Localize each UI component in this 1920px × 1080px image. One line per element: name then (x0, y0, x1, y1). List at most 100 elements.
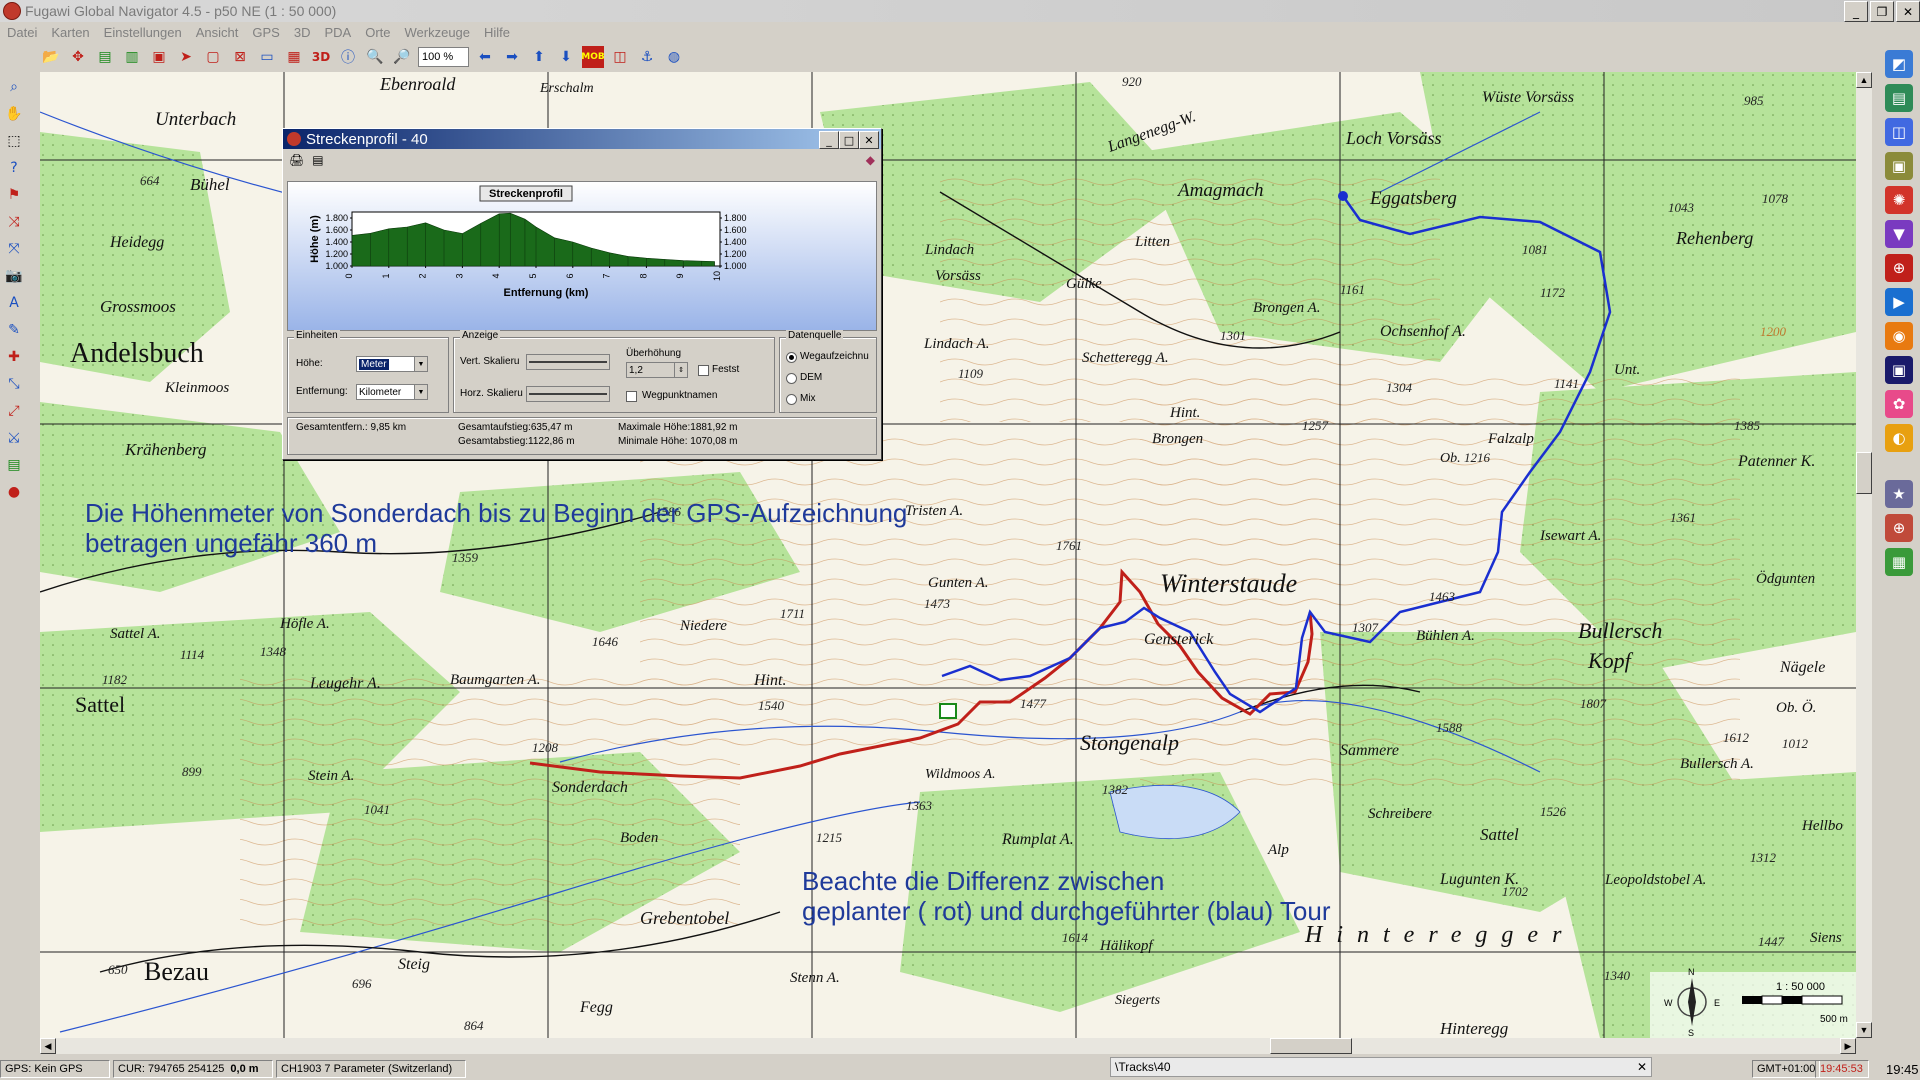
hand-icon[interactable]: ✋ (2, 102, 26, 126)
chevron-down-icon[interactable]: ▼ (414, 385, 427, 399)
layers-icon[interactable]: ▤ (94, 46, 116, 68)
app-shortcut-9-icon[interactable]: ◉ (1885, 322, 1913, 350)
arrow-left-icon[interactable]: ⬅ (474, 46, 496, 68)
dialog-title-bar[interactable]: Streckenprofil - 40 _ □ ✕ (283, 129, 881, 149)
app-shortcut-10-icon[interactable]: ▣ (1885, 356, 1913, 384)
track-tool-icon[interactable]: ⤧ (2, 237, 26, 261)
add-point-icon[interactable]: ✚ (2, 345, 26, 369)
profile-chart: Streckenprofil 1.000 1.000 1.200 1.200 1.400 1… (287, 181, 877, 331)
zoom-in-icon[interactable]: 🔍 (364, 46, 386, 68)
app-shortcut-7-icon[interactable]: ⊕ (1885, 254, 1913, 282)
camera-icon[interactable]: 📷 (2, 264, 26, 288)
horizontal-scrollbar[interactable]: ◀ ▶ (40, 1038, 1856, 1054)
zoom-select[interactable]: 100 % (418, 47, 469, 67)
menu-pda[interactable]: PDA (317, 25, 358, 40)
arrow-down-icon[interactable]: ⬇ (555, 46, 577, 68)
radio-dem[interactable] (786, 373, 797, 384)
scroll-thumb[interactable] (1856, 452, 1872, 494)
minimize-button[interactable]: _ (1844, 1, 1868, 22)
zoom-out-icon[interactable]: 🔎 (391, 46, 413, 68)
radio-wegaufzeichnung[interactable] (786, 352, 797, 363)
tracks-tab[interactable]: \Tracks\40 ✕ (1110, 1057, 1652, 1077)
layer-tool-icon[interactable]: ▤ (2, 453, 26, 477)
place-label: Schetteregg A. (1082, 350, 1169, 366)
app-shortcut-13-icon[interactable]: ★ (1885, 480, 1913, 508)
line-tool-icon[interactable]: ⤩ (2, 426, 26, 450)
mob-button[interactable]: MOB (581, 46, 605, 68)
close-button[interactable]: ✕ (1896, 1, 1920, 22)
scroll-right-icon[interactable]: ▶ (1840, 1038, 1856, 1054)
window-icon[interactable]: ▣ (148, 46, 170, 68)
scroll-down-icon[interactable]: ▼ (1856, 1022, 1872, 1038)
menu-werkzeuge[interactable]: Werkzeuge (398, 25, 478, 40)
ueberhoehung-spinner[interactable]: 1,2 ⇕ (626, 362, 688, 378)
vertical-scrollbar[interactable]: ▲ ▼ (1856, 72, 1872, 1038)
menu-ansicht[interactable]: Ansicht (189, 25, 246, 40)
dialog-maximize-button[interactable]: □ (839, 131, 859, 149)
chevron-down-icon[interactable]: ▼ (414, 357, 427, 371)
window2-icon[interactable]: ▢ (202, 46, 224, 68)
info-icon[interactable]: ⓘ (337, 46, 359, 68)
monitor-icon[interactable]: ▭ (256, 46, 278, 68)
waypoint-icon[interactable]: ⚑ (2, 183, 26, 207)
fest-checkbox[interactable] (698, 365, 709, 376)
wegpunktnamen-checkbox[interactable] (626, 391, 637, 402)
eraser-icon[interactable]: ◆ (866, 153, 875, 167)
image-icon[interactable]: ▦ (283, 46, 305, 68)
scroll-up-icon[interactable]: ▲ (1856, 72, 1872, 88)
menu-orte[interactable]: Orte (358, 25, 397, 40)
text-tool-icon[interactable]: A (2, 291, 26, 315)
menu-gps[interactable]: GPS (245, 25, 286, 40)
horz-scale-slider[interactable] (526, 386, 610, 402)
app-shortcut-14-icon[interactable]: ⊕ (1885, 514, 1913, 542)
restore-button[interactable]: ❐ (1870, 1, 1894, 22)
goto-icon[interactable]: ➤ (175, 46, 197, 68)
vert-scale-slider[interactable] (526, 354, 610, 370)
close-tab-icon[interactable]: ✕ (1637, 1060, 1647, 1074)
anchor-icon[interactable]: ⚓ (636, 46, 658, 68)
print-icon[interactable]: 🖨 (289, 153, 304, 167)
magnifier-icon[interactable]: ⌕ (2, 75, 26, 99)
route-icon[interactable]: ⊠ (229, 46, 251, 68)
app-shortcut-8-icon[interactable]: ▶ (1885, 288, 1913, 316)
app-shortcut-5-icon[interactable]: ✺ (1885, 186, 1913, 214)
dialog-minimize-button[interactable]: _ (819, 131, 839, 149)
menu-einstellungen[interactable]: Einstellungen (97, 25, 189, 40)
help-icon[interactable]: ? (2, 156, 26, 180)
app-shortcut-2-icon[interactable]: ▤ (1885, 84, 1913, 112)
radio-mix[interactable] (786, 394, 797, 405)
dialog-close-button[interactable]: ✕ (859, 131, 879, 149)
app-shortcut-11-icon[interactable]: ✿ (1885, 390, 1913, 418)
profile-dialog[interactable]: Streckenprofil - 40 _ □ ✕ 🖨 ▤ ◆ Strecken… (282, 128, 882, 460)
threed-icon[interactable]: 3D (310, 46, 332, 68)
app-shortcut-15-icon[interactable]: ▦ (1885, 548, 1913, 576)
arrow-up-icon[interactable]: ⬆ (528, 46, 550, 68)
menu-3d[interactable]: 3D (287, 25, 318, 40)
layers-edit-icon[interactable]: ▥ (121, 46, 143, 68)
app-shortcut-12-icon[interactable]: ◐ (1885, 424, 1913, 452)
hscroll-thumb[interactable] (1270, 1038, 1352, 1054)
menu-hilfe[interactable]: Hilfe (477, 25, 517, 40)
arrow-right-icon[interactable]: ➡ (501, 46, 523, 68)
globe-icon[interactable]: ◍ (663, 46, 685, 68)
spinner-icon[interactable]: ⇕ (674, 363, 687, 377)
entfernung-select[interactable]: Kilometer ▼ (356, 384, 428, 400)
select-rect-icon[interactable]: ⬚ (2, 129, 26, 153)
move-icon[interactable]: ✥ (67, 46, 89, 68)
export-icon[interactable]: ▤ (312, 153, 323, 167)
split-icon[interactable]: ⤡ (2, 372, 26, 396)
app-shortcut-4-icon[interactable]: ▣ (1885, 152, 1913, 180)
join-icon[interactable]: ⤢ (2, 399, 26, 423)
open-folder-icon[interactable]: 📂 (40, 46, 62, 68)
marker-icon[interactable]: ● (2, 480, 26, 504)
app-shortcut-6-icon[interactable]: ▼ (1885, 220, 1913, 248)
app-shortcut-3-icon[interactable]: ◫ (1885, 118, 1913, 146)
menu-karten[interactable]: Karten (44, 25, 96, 40)
route-tool-icon[interactable]: ⤨ (2, 210, 26, 234)
pen-icon[interactable]: ✎ (2, 318, 26, 342)
stop-icon[interactable]: ◫ (609, 46, 631, 68)
menu-datei[interactable]: Datei (0, 25, 44, 40)
scroll-left-icon[interactable]: ◀ (40, 1038, 56, 1054)
app-shortcut-1-icon[interactable]: ◩ (1885, 50, 1913, 78)
hoehe-select[interactable]: Meter ▼ (356, 356, 428, 372)
